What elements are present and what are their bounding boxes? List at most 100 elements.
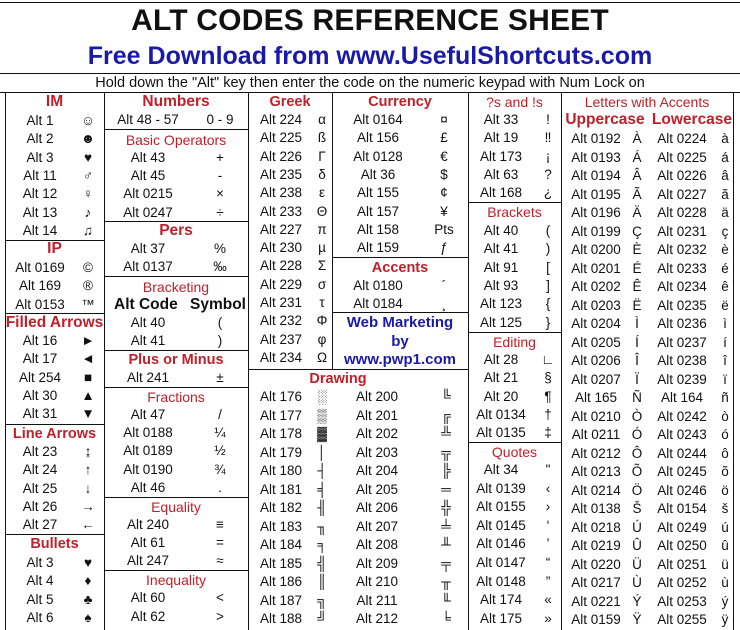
symbol: ¾ bbox=[214, 461, 226, 477]
section-title-line-arrows: Line Arrows bbox=[12, 426, 97, 442]
symbol: Ý bbox=[632, 593, 642, 609]
symbol: ♥ bbox=[83, 555, 92, 570]
symbol: Ê bbox=[632, 279, 642, 294]
symbol: Š bbox=[632, 501, 642, 516]
symbol: ╥ bbox=[441, 574, 451, 589]
alt-code: Alt 6 bbox=[26, 609, 54, 625]
symbol: ï bbox=[723, 371, 727, 387]
symbol: ó bbox=[721, 427, 729, 442]
symbol: § bbox=[544, 370, 552, 386]
alt-code: Alt 0234 bbox=[657, 279, 707, 294]
alt-code: Alt 0169 bbox=[15, 260, 65, 275]
web-marketing-line3[interactable]: www.pwp1.com bbox=[332, 351, 468, 369]
alt-code: Alt 31 bbox=[22, 406, 58, 422]
symbol: ║ bbox=[317, 574, 327, 589]
alt-code: Alt 23 bbox=[22, 444, 58, 459]
symbol: ♥ bbox=[83, 149, 92, 165]
web-marketing-line1: Web Marketing bbox=[346, 314, 454, 331]
symbol: ♪ bbox=[84, 204, 92, 220]
alt-code: Alt 16 bbox=[22, 333, 58, 348]
symbol: « bbox=[544, 592, 552, 608]
symbol: Θ bbox=[316, 203, 328, 219]
alt-code: Alt 14 bbox=[22, 222, 58, 238]
alt-code: Alt 0134 bbox=[476, 406, 526, 422]
divider bbox=[332, 257, 468, 258]
alt-code: Alt 60 bbox=[130, 590, 166, 605]
symbol: ↨ bbox=[84, 444, 92, 459]
alt-code: Alt 207 bbox=[355, 518, 399, 534]
symbol: ╔ bbox=[441, 407, 451, 423]
symbol: - bbox=[217, 168, 223, 184]
alt-code: Alt 0194 bbox=[571, 168, 621, 183]
alt-code: Alt 0233 bbox=[657, 260, 707, 276]
column-header-alt-code: Alt Code bbox=[114, 296, 178, 313]
symbol: ™ bbox=[81, 296, 95, 312]
alt-code: Alt 0147 bbox=[476, 555, 526, 570]
alt-code: Alt 0135 bbox=[476, 425, 526, 441]
symbol: ß bbox=[317, 130, 327, 146]
alt-code: Alt 45 bbox=[130, 168, 166, 184]
symbol: ▓ bbox=[317, 426, 327, 441]
alt-code: Alt 0201 bbox=[571, 260, 621, 276]
alt-code: Alt 210 bbox=[355, 574, 399, 589]
symbol: ╨ bbox=[441, 537, 451, 552]
alt-code: Alt 0155 bbox=[476, 499, 526, 515]
alt-code: Alt 238 bbox=[259, 185, 303, 201]
alt-code: Alt 186 bbox=[259, 574, 303, 589]
symbol: > bbox=[216, 608, 224, 624]
alt-code: Alt 0247 bbox=[123, 204, 173, 220]
alt-code: Alt 0246 bbox=[657, 482, 707, 498]
symbol: " bbox=[545, 462, 551, 477]
alt-code: Alt 0148 bbox=[476, 573, 526, 589]
alt-code: Alt 156 bbox=[356, 130, 400, 146]
symbol: ‼ bbox=[544, 130, 552, 146]
alt-code: Alt 228 bbox=[259, 258, 303, 274]
alt-code: Alt 0203 bbox=[571, 297, 621, 313]
download-link[interactable]: Free Download from www.UsefulShortcuts.c… bbox=[0, 42, 740, 71]
alt-code: Alt 0139 bbox=[476, 480, 526, 496]
symbol: é bbox=[721, 260, 729, 276]
symbol: à bbox=[721, 131, 729, 146]
symbol: ε bbox=[318, 185, 326, 201]
alt-code: Alt 13 bbox=[22, 204, 58, 220]
symbol: Ÿ bbox=[632, 612, 642, 627]
symbol: ô bbox=[721, 445, 729, 461]
alt-code: Alt 0221 bbox=[571, 593, 621, 609]
alt-code: Alt 237 bbox=[259, 331, 303, 347]
symbol: Ú bbox=[632, 519, 642, 535]
alt-code: Alt 20 bbox=[483, 388, 519, 404]
symbol: ↑ bbox=[84, 462, 92, 478]
symbol: $ bbox=[440, 166, 448, 182]
symbol: È bbox=[632, 242, 642, 257]
symbol: Ô bbox=[631, 445, 643, 461]
symbol: ▼ bbox=[81, 406, 95, 422]
symbol: ‹ bbox=[545, 480, 551, 496]
symbol: ¼ bbox=[214, 425, 226, 441]
alt-code: Alt 0137 bbox=[123, 259, 173, 275]
alt-code: Alt 19 bbox=[483, 130, 519, 146]
alt-code: Alt 63 bbox=[483, 166, 519, 182]
symbol: . bbox=[218, 479, 222, 495]
alt-code: Alt 178 bbox=[259, 426, 303, 441]
symbol: ü bbox=[721, 556, 729, 572]
alt-code: Alt 187 bbox=[259, 592, 303, 608]
symbol: ╡ bbox=[317, 481, 327, 497]
page-title: ALT CODES REFERENCE SHEET bbox=[131, 4, 609, 37]
alt-code: Alt 40 bbox=[483, 223, 519, 238]
alt-code: Alt 30 bbox=[22, 387, 58, 403]
symbol: Ì bbox=[635, 316, 639, 331]
symbol: ▲ bbox=[81, 387, 95, 403]
symbol: / bbox=[218, 407, 222, 422]
alt-code: Alt 125 bbox=[479, 314, 523, 330]
section-title-quotes: Quotes bbox=[491, 444, 538, 460]
symbol: ‰ bbox=[213, 259, 227, 275]
alt-code: Alt 203 bbox=[355, 444, 399, 460]
alt-code: Alt 0228 bbox=[657, 205, 707, 220]
alt-code: Alt 47 bbox=[130, 407, 166, 422]
divider bbox=[104, 129, 248, 130]
symbol: ¸ bbox=[441, 296, 447, 312]
alt-code: Alt 177 bbox=[259, 407, 303, 423]
alt-code: Alt 229 bbox=[259, 276, 303, 292]
alt-code: Alt 155 bbox=[356, 185, 400, 201]
section-title-brackets: Brackets bbox=[487, 204, 542, 220]
